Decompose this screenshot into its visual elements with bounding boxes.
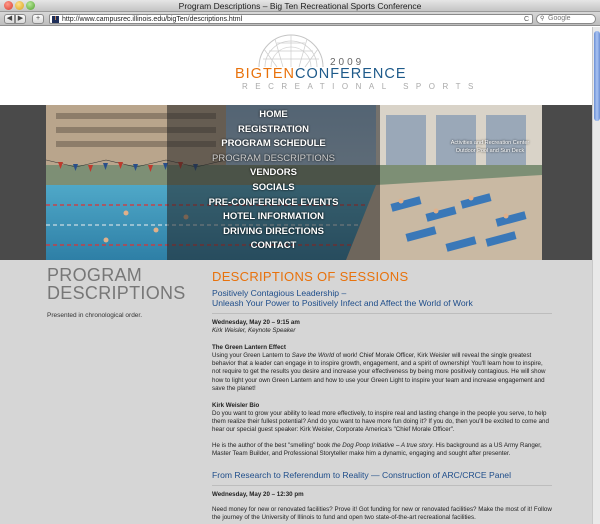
nav-item-vendors[interactable]: VENDORS	[167, 166, 380, 181]
search-field[interactable]: ⚲	[536, 14, 596, 24]
vertical-scrollbar[interactable]	[592, 27, 600, 524]
nav-item-program-descriptions[interactable]: PROGRAM DESCRIPTIONS	[167, 152, 380, 167]
back-arrow-icon: ◀	[6, 15, 13, 22]
sidebar-note: Presented in chronological order.	[47, 312, 143, 319]
section-heading: DESCRIPTIONS OF SESSIONS	[212, 269, 409, 284]
page-title-line2: DESCRIPTIONS	[47, 283, 186, 303]
session-title: Positively Contagious Leadership – Unlea…	[212, 288, 552, 308]
window-title: Program Descriptions – Big Ten Recreatio…	[178, 1, 422, 11]
divider	[212, 485, 552, 487]
session-item: Positively Contagious Leadership – Unlea…	[212, 288, 552, 458]
nav-item-driving-directions[interactable]: DRIVING DIRECTIONS	[167, 225, 380, 240]
nav-item-pre-conference-events[interactable]: PRE-CONFERENCE EVENTS	[167, 196, 380, 211]
speaker-bio: Do you want to grow your ability to lead…	[212, 410, 549, 434]
speaker-bio: He is the author of the best "smelling" …	[212, 442, 552, 458]
session-title-line2: Unleash Your Power to Positively Infect …	[212, 298, 473, 308]
plus-icon: +	[35, 15, 41, 22]
search-input[interactable]	[548, 15, 594, 23]
add-bookmark-button[interactable]: +	[32, 14, 44, 24]
page-title: PROGRAM DESCRIPTIONS	[47, 266, 197, 302]
photo-caption-line1: Activities and Recreation Center	[450, 140, 530, 146]
stadium-logo-icon	[258, 34, 324, 68]
text-run: He is the author of the best "smelling" …	[212, 441, 332, 449]
nav-item-home[interactable]: HOME	[167, 108, 380, 123]
session-speaker: Kirk Weisler, Keynote Speaker	[212, 327, 296, 334]
reload-icon[interactable]: C	[524, 15, 529, 24]
session-subheading: Kirk Weisler Bio	[212, 402, 260, 410]
forward-button[interactable]: ▶	[15, 14, 26, 24]
site-header: 2009 BIGTENCONFERENCE RECREATIONAL SPORT…	[0, 27, 592, 105]
sidebar: PROGRAM DESCRIPTIONS Presented in chrono…	[47, 266, 197, 319]
scroll-thumb[interactable]	[594, 31, 600, 121]
page-viewport: 2009 BIGTENCONFERENCE RECREATIONAL SPORT…	[0, 27, 592, 524]
address-bar[interactable]: I http://www.campusrec.illinois.edu/bigT…	[49, 14, 533, 24]
main-content: DESCRIPTIONS OF SESSIONS Positively Cont…	[212, 269, 552, 522]
session-title: From Research to Referendum to Reality —…	[212, 470, 511, 481]
back-button[interactable]: ◀	[4, 14, 15, 24]
session-title-line1: Positively Contagious Leadership –	[212, 288, 347, 298]
search-icon: ⚲	[540, 16, 545, 22]
logo-brand-bigten: BIGTEN	[235, 66, 295, 82]
hero-banner: HOME REGISTRATION PROGRAM SCHEDULE PROGR…	[0, 105, 592, 260]
main-nav: HOME REGISTRATION PROGRAM SCHEDULE PROGR…	[167, 108, 380, 254]
session-description: Using your Green Lantern to Save the Wor…	[212, 352, 552, 393]
session-item: From Research to Referendum to Reality —…	[212, 470, 552, 522]
session-time: Wednesday, May 20 – 9:15 am	[212, 319, 300, 326]
url-text[interactable]: http://www.campusrec.illinois.edu/bigTen…	[62, 15, 242, 24]
session-description: Need money for new or renovated faciliti…	[212, 506, 552, 522]
page-title-line1: PROGRAM	[47, 265, 143, 285]
logo-brand-conference: CONFERENCE	[294, 66, 407, 82]
nav-item-hotel-information[interactable]: HOTEL INFORMATION	[167, 210, 380, 225]
photo-caption: Activities and Recreation Center Outdoor…	[430, 139, 550, 155]
logo-tagline: RECREATIONAL SPORTS	[242, 82, 481, 91]
text-emphasis: the Dog Poop Initiative – A true story	[331, 441, 433, 449]
session-time: Wednesday, May 20 – 12:30 pm	[212, 491, 304, 499]
site-logo[interactable]: BIGTENCONFERENCE	[235, 66, 407, 82]
nav-item-socials[interactable]: SOCIALS	[167, 181, 380, 196]
nav-item-registration[interactable]: REGISTRATION	[167, 123, 380, 138]
text-emphasis: Save the World	[291, 352, 335, 359]
nav-item-contact[interactable]: CONTACT	[167, 239, 380, 254]
forward-arrow-icon: ▶	[17, 15, 24, 22]
nav-item-program-schedule[interactable]: PROGRAM SCHEDULE	[167, 137, 380, 152]
browser-window: Program Descriptions – Big Ten Recreatio…	[0, 0, 600, 524]
browser-toolbar: ◀ ▶ + I http://www.campusrec.illinois.ed…	[0, 12, 600, 26]
text-run: Using your Green Lantern to	[212, 352, 292, 359]
photo-caption-line2: Outdoor Pool and Sun Deck	[455, 148, 525, 154]
site-favicon-icon: I	[52, 16, 59, 23]
title-bar: Program Descriptions – Big Ten Recreatio…	[0, 0, 600, 12]
session-subheading: The Green Lantern Effect	[212, 344, 286, 351]
divider	[212, 313, 552, 314]
